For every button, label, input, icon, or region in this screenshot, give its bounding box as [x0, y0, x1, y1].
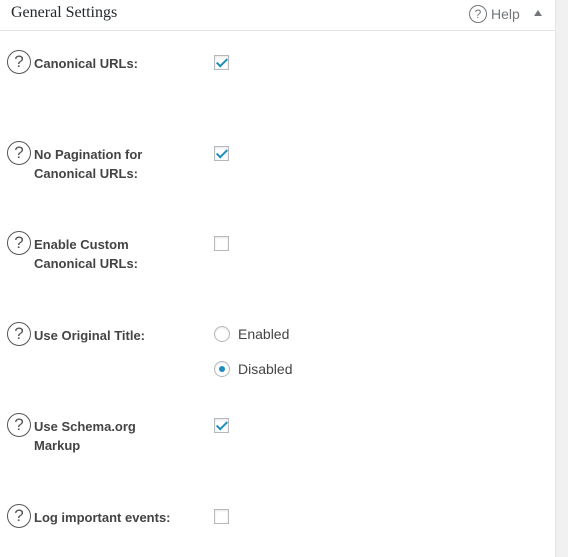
- no-pagination-checkbox[interactable]: [214, 146, 229, 161]
- canonical-urls-checkbox[interactable]: [214, 55, 229, 70]
- help-toggle[interactable]: ? Help: [469, 5, 520, 23]
- disabled-radio[interactable]: [214, 361, 230, 377]
- panel-header[interactable]: General Settings ? Help: [0, 0, 556, 31]
- question-circle-icon[interactable]: ?: [7, 231, 31, 255]
- question-circle-icon: ?: [469, 5, 487, 23]
- setting-label: No Pagination for Canonical URLs:: [34, 147, 143, 181]
- radio-label: Disabled: [238, 361, 293, 377]
- panel-title: General Settings: [11, 4, 118, 21]
- setting-label: Log important events:: [34, 510, 171, 525]
- setting-label: Use Schema.org Markup: [34, 419, 136, 453]
- enabled-radio[interactable]: [214, 326, 230, 342]
- triangle-up-icon[interactable]: [534, 10, 542, 16]
- checkmark-icon: [215, 418, 229, 431]
- custom-canonical-checkbox[interactable]: [214, 236, 229, 251]
- checkmark-icon: [215, 55, 229, 68]
- radio-selected-dot: [219, 366, 225, 372]
- radio-option-disabled[interactable]: Disabled: [214, 361, 292, 377]
- question-circle-icon[interactable]: ?: [7, 413, 31, 437]
- checkmark-icon: [215, 146, 229, 159]
- schema-markup-checkbox[interactable]: [214, 418, 229, 433]
- radio-option-enabled[interactable]: Enabled: [214, 326, 289, 342]
- help-label: Help: [491, 6, 520, 22]
- general-settings-panel: General Settings ? Help ? Canonical URLs…: [0, 0, 556, 557]
- question-circle-icon[interactable]: ?: [7, 50, 31, 74]
- log-events-checkbox[interactable]: [214, 509, 229, 524]
- question-circle-icon[interactable]: ?: [7, 141, 31, 165]
- setting-label: Use Original Title:: [34, 328, 146, 343]
- setting-label: Canonical URLs:: [34, 56, 139, 71]
- question-circle-icon[interactable]: ?: [7, 322, 31, 346]
- radio-label: Enabled: [238, 326, 290, 342]
- setting-label: Enable Custom Canonical URLs:: [34, 237, 139, 271]
- question-circle-icon[interactable]: ?: [7, 504, 31, 528]
